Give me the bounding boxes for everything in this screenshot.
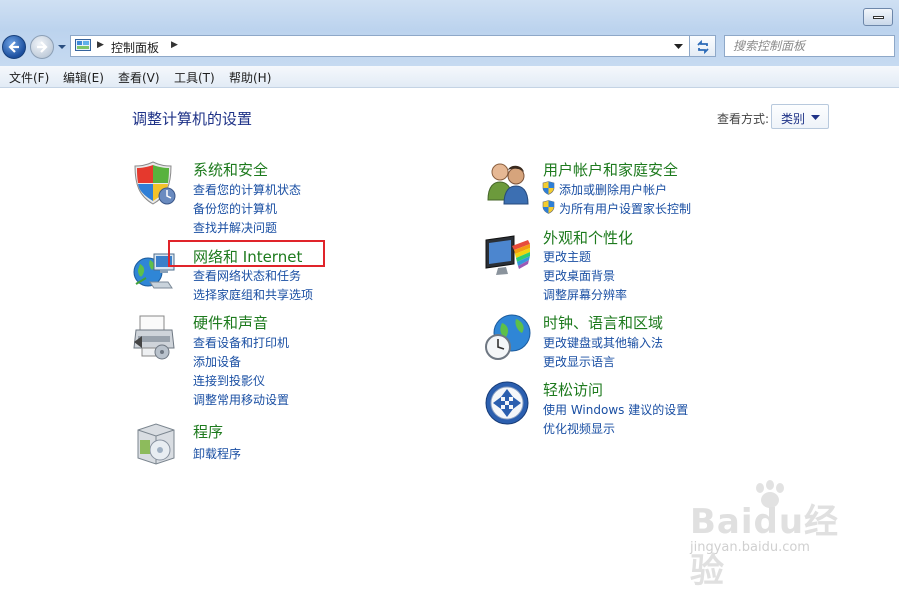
link-optimize-display[interactable]: 优化视频显示 — [543, 420, 615, 437]
link-connect-projector[interactable]: 连接到投影仪 — [193, 372, 265, 389]
watermark-url: jingyan.baidu.com — [690, 540, 810, 555]
link-parental-controls[interactable]: 为所有用户设置家长控制 — [559, 200, 691, 217]
link-change-theme[interactable]: 更改主题 — [543, 248, 591, 265]
programs-box-icon[interactable] — [134, 420, 178, 466]
back-button[interactable] — [2, 35, 26, 59]
menu-help[interactable]: 帮助(H) — [229, 69, 271, 86]
title-bar: ▶ 控制面板 ▶ 搜索控制面板 — [0, 0, 899, 67]
category-ease-of-access[interactable]: 轻松访问 — [543, 379, 603, 400]
uac-shield-icon — [542, 181, 555, 195]
menu-tools[interactable]: 工具(T) — [174, 69, 215, 86]
category-clock-language-region[interactable]: 时钟、语言和区域 — [543, 312, 663, 333]
view-by-dropdown[interactable]: 类别 — [771, 104, 829, 129]
search-input[interactable]: 搜索控制面板 — [724, 35, 895, 57]
category-programs[interactable]: 程序 — [193, 421, 223, 442]
category-hardware-sound[interactable]: 硬件和声音 — [193, 312, 268, 333]
baidu-watermark: Baidu经验 jingyan.baidu.com — [690, 480, 860, 591]
link-troubleshoot[interactable]: 查找并解决问题 — [193, 219, 277, 236]
menu-edit[interactable]: 编辑(E) — [63, 69, 104, 86]
chevron-down-icon — [811, 115, 820, 120]
uac-shield-icon — [542, 200, 555, 214]
link-uninstall-program[interactable]: 卸载程序 — [193, 445, 241, 462]
refresh-icon — [697, 39, 709, 55]
link-add-device[interactable]: 添加设备 — [193, 353, 241, 370]
menu-view[interactable]: 查看(V) — [118, 69, 160, 86]
link-network-status[interactable]: 查看网络状态和任务 — [193, 267, 301, 284]
refresh-button[interactable] — [690, 35, 716, 57]
breadcrumb-separator-icon[interactable]: ▶ — [97, 40, 104, 50]
shield-icon[interactable] — [133, 160, 177, 206]
page-title: 调整计算机的设置 — [132, 110, 253, 128]
breadcrumb-separator-icon[interactable]: ▶ — [171, 40, 178, 50]
minimize-button[interactable] — [863, 8, 893, 26]
link-homegroup-sharing[interactable]: 选择家庭组和共享选项 — [193, 286, 313, 303]
link-screen-resolution[interactable]: 调整屏幕分辨率 — [543, 286, 627, 303]
control-panel-icon — [75, 39, 91, 51]
link-display-language[interactable]: 更改显示语言 — [543, 353, 615, 370]
category-appearance[interactable]: 外观和个性化 — [543, 227, 633, 248]
link-desktop-background[interactable]: 更改桌面背景 — [543, 267, 615, 284]
arrow-left-icon — [8, 41, 19, 53]
link-devices-printers[interactable]: 查看设备和打印机 — [193, 334, 289, 351]
link-add-remove-accounts[interactable]: 添加或删除用户帐户 — [559, 181, 667, 198]
menu-bar: 文件(F) 编辑(E) 查看(V) 工具(T) 帮助(H) — [0, 66, 899, 88]
link-backup-computer[interactable]: 备份您的计算机 — [193, 200, 277, 217]
printer-icon[interactable] — [132, 314, 178, 362]
address-bar[interactable]: ▶ 控制面板 ▶ — [70, 35, 690, 57]
link-keyboard-input[interactable]: 更改键盘或其他输入法 — [543, 334, 663, 351]
view-by-value: 类别 — [781, 112, 806, 126]
menu-file[interactable]: 文件(F) — [9, 69, 49, 86]
ease-of-access-icon[interactable] — [484, 380, 530, 426]
link-windows-suggested-settings[interactable]: 使用 Windows 建议的设置 — [543, 401, 688, 418]
breadcrumb-control-panel[interactable]: 控制面板 — [111, 39, 159, 56]
recent-pages-chevron-icon[interactable] — [57, 43, 67, 51]
appearance-monitor-icon[interactable] — [484, 234, 532, 278]
category-system-security[interactable]: 系统和安全 — [193, 159, 268, 180]
address-dropdown-icon[interactable] — [674, 44, 683, 50]
users-icon[interactable] — [484, 160, 532, 206]
view-by-label: 查看方式: — [717, 112, 770, 126]
link-mobility-settings[interactable]: 调整常用移动设置 — [193, 391, 289, 408]
arrow-right-icon — [37, 41, 48, 53]
highlight-box — [168, 240, 325, 267]
link-view-computer-status[interactable]: 查看您的计算机状态 — [193, 181, 301, 198]
forward-button[interactable] — [30, 35, 54, 59]
minimize-icon — [873, 16, 884, 19]
category-user-accounts[interactable]: 用户帐户和家庭安全 — [543, 159, 678, 180]
clock-globe-icon[interactable] — [484, 313, 532, 363]
